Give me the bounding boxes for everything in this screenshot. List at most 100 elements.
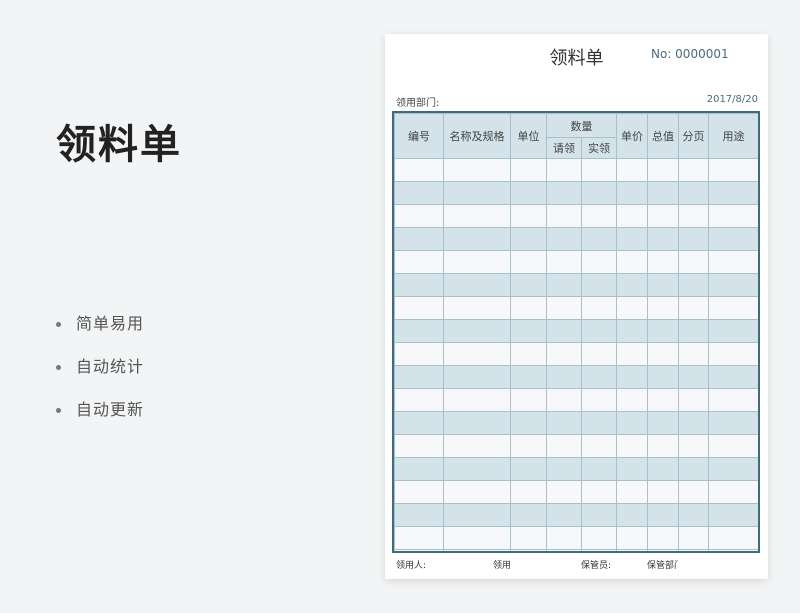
table-cell[interactable]: [616, 319, 648, 343]
table-cell[interactable]: [647, 319, 679, 343]
table-cell[interactable]: [510, 549, 547, 551]
table-cell[interactable]: [678, 503, 709, 527]
table-cell[interactable]: [616, 181, 648, 205]
table-cell[interactable]: [678, 549, 709, 551]
table-cell[interactable]: [708, 434, 758, 458]
table-cell[interactable]: [394, 549, 444, 551]
table-cell[interactable]: [546, 457, 582, 481]
table-cell[interactable]: [581, 181, 617, 205]
table-cell[interactable]: [678, 434, 709, 458]
table-cell[interactable]: [443, 503, 511, 527]
table-cell[interactable]: [581, 227, 617, 251]
table-cell[interactable]: [708, 181, 758, 205]
table-cell[interactable]: [510, 434, 547, 458]
table-cell[interactable]: [647, 457, 679, 481]
table-cell[interactable]: [647, 273, 679, 297]
table-cell[interactable]: [616, 342, 648, 366]
table-cell[interactable]: [581, 549, 617, 551]
table-cell[interactable]: [546, 296, 582, 320]
table-cell[interactable]: [708, 342, 758, 366]
table-cell[interactable]: [708, 319, 758, 343]
table-cell[interactable]: [443, 480, 511, 504]
table-cell[interactable]: [443, 457, 511, 481]
table-cell[interactable]: [510, 158, 547, 182]
table-cell[interactable]: [678, 250, 709, 274]
table-cell[interactable]: [708, 227, 758, 251]
table-cell[interactable]: [394, 434, 444, 458]
table-cell[interactable]: [443, 250, 511, 274]
table-cell[interactable]: [708, 296, 758, 320]
table-cell[interactable]: [394, 227, 444, 251]
table-cell[interactable]: [678, 273, 709, 297]
table-cell[interactable]: [510, 227, 547, 251]
table-cell[interactable]: [443, 365, 511, 389]
table-cell[interactable]: [581, 526, 617, 550]
table-cell[interactable]: [616, 204, 648, 228]
table-cell[interactable]: [443, 319, 511, 343]
table-cell[interactable]: [647, 181, 679, 205]
table-cell[interactable]: [546, 181, 582, 205]
table-cell[interactable]: [443, 434, 511, 458]
table-cell[interactable]: [510, 319, 547, 343]
table-cell[interactable]: [708, 388, 758, 412]
table-cell[interactable]: [647, 480, 679, 504]
table-cell[interactable]: [647, 365, 679, 389]
table-cell[interactable]: [708, 158, 758, 182]
table-cell[interactable]: [546, 158, 582, 182]
table-cell[interactable]: [647, 411, 679, 435]
table-cell[interactable]: [616, 434, 648, 458]
table-cell[interactable]: [581, 296, 617, 320]
table-cell[interactable]: [510, 526, 547, 550]
table-cell[interactable]: [394, 388, 444, 412]
table-cell[interactable]: [647, 204, 679, 228]
table-cell[interactable]: [708, 549, 758, 551]
table-cell[interactable]: [678, 457, 709, 481]
table-cell[interactable]: [581, 434, 617, 458]
table-cell[interactable]: [581, 250, 617, 274]
table-cell[interactable]: [443, 411, 511, 435]
table-cell[interactable]: [546, 342, 582, 366]
table-cell[interactable]: [678, 388, 709, 412]
table-cell[interactable]: [581, 319, 617, 343]
table-cell[interactable]: [708, 411, 758, 435]
table-cell[interactable]: [647, 549, 679, 551]
table-cell[interactable]: [708, 526, 758, 550]
table-cell[interactable]: [443, 227, 511, 251]
table-cell[interactable]: [616, 526, 648, 550]
table-cell[interactable]: [394, 158, 444, 182]
table-cell[interactable]: [394, 319, 444, 343]
table-cell[interactable]: [394, 503, 444, 527]
table-cell[interactable]: [616, 388, 648, 412]
table-cell[interactable]: [394, 273, 444, 297]
table-cell[interactable]: [678, 158, 709, 182]
table-cell[interactable]: [647, 434, 679, 458]
table-cell[interactable]: [443, 342, 511, 366]
table-cell[interactable]: [510, 480, 547, 504]
table-cell[interactable]: [546, 388, 582, 412]
table-cell[interactable]: [647, 250, 679, 274]
table-cell[interactable]: [546, 319, 582, 343]
table-cell[interactable]: [616, 296, 648, 320]
table-cell[interactable]: [510, 204, 547, 228]
table-cell[interactable]: [616, 227, 648, 251]
table-cell[interactable]: [616, 365, 648, 389]
table-cell[interactable]: [394, 411, 444, 435]
table-cell[interactable]: [678, 411, 709, 435]
table-cell[interactable]: [443, 204, 511, 228]
table-cell[interactable]: [510, 273, 547, 297]
table-cell[interactable]: [394, 250, 444, 274]
table-cell[interactable]: [616, 549, 648, 551]
table-cell[interactable]: [581, 365, 617, 389]
table-cell[interactable]: [510, 503, 547, 527]
table-cell[interactable]: [647, 526, 679, 550]
table-cell[interactable]: [394, 204, 444, 228]
table-cell[interactable]: [443, 388, 511, 412]
table-cell[interactable]: [708, 480, 758, 504]
table-cell[interactable]: [678, 526, 709, 550]
table-cell[interactable]: [708, 273, 758, 297]
table-cell[interactable]: [647, 227, 679, 251]
table-cell[interactable]: [678, 342, 709, 366]
table-cell[interactable]: [443, 296, 511, 320]
table-cell[interactable]: [581, 158, 617, 182]
table-cell[interactable]: [510, 411, 547, 435]
